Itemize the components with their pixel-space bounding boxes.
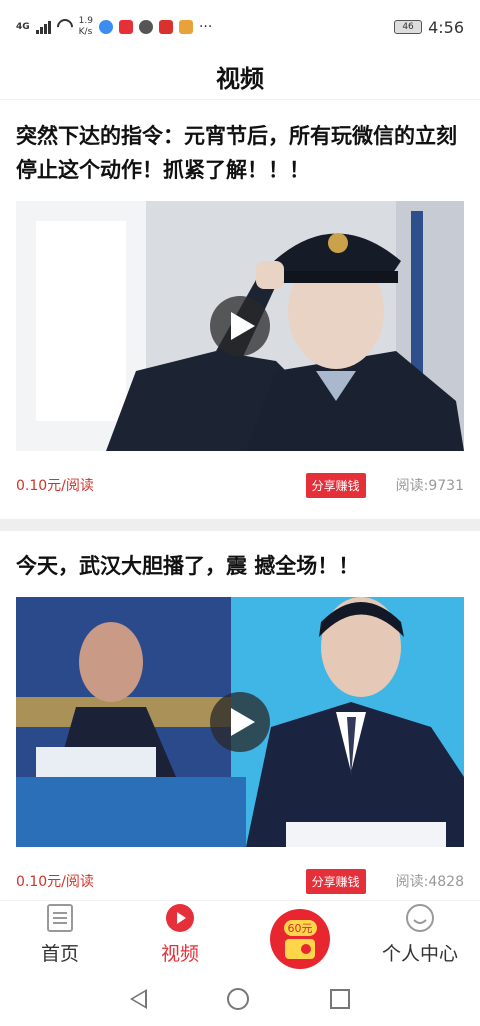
nav-profile[interactable]: 个人中心: [360, 901, 480, 972]
read-count: 阅读:4828: [395, 874, 464, 890]
video-thumbnail[interactable]: [16, 597, 464, 847]
nav-home[interactable]: 首页: [0, 901, 120, 972]
status-left: 4G 1.9 K/s ···: [16, 15, 213, 39]
page-title: 视频: [216, 65, 264, 93]
nav-video-label: 视频: [160, 943, 199, 965]
battery-icon: 46: [394, 20, 423, 34]
video-card[interactable]: 今天，武汉大胆播了，震 撼全场！！ 0.10元/阅读 分享赚钱 阅读:4828: [0, 531, 480, 915]
nav-home-label: 首页: [40, 943, 79, 965]
clock: 4:56: [428, 17, 464, 37]
net-speed: 1.9 K/s: [79, 16, 93, 38]
nav-reward[interactable]: 60元: [240, 901, 360, 972]
video-title[interactable]: 突然下达的指令：元宵节后，所有玩微信的立刻停止这个动作！抓紧了解！！！: [16, 101, 464, 187]
smiley-icon: [405, 901, 435, 935]
net-speed-unit: K/s: [78, 27, 93, 37]
wechat-icon: [138, 20, 153, 34]
play-button[interactable]: [210, 296, 270, 356]
shopping-app-icon: [158, 20, 173, 34]
video-play-icon: [165, 901, 195, 935]
card-divider: [0, 519, 480, 531]
video-meta: 0.10元/阅读 分享赚钱 阅读:9731: [16, 451, 464, 519]
news-icon: [47, 901, 73, 935]
net-speed-value: 1.9: [78, 16, 93, 26]
video-title[interactable]: 今天，武汉大胆播了，震 撼全场！！: [16, 531, 464, 583]
play-icon: [230, 312, 255, 340]
signal-icon: [35, 20, 51, 34]
video-thumbnail[interactable]: [16, 201, 464, 451]
reward-button[interactable]: 60元: [270, 909, 330, 969]
share-earn-button[interactable]: 分享赚钱: [305, 472, 366, 498]
recent-apps-icon[interactable]: [329, 989, 350, 1009]
network-indicator: 4G: [16, 22, 30, 32]
news-app-icon: [118, 20, 133, 34]
status-bar: 4G 1.9 K/s ··· 46 4:56: [0, 0, 480, 54]
home-icon[interactable]: [227, 988, 250, 1010]
share-earn-button[interactable]: 分享赚钱: [305, 868, 366, 894]
network-label: 4G: [16, 22, 30, 32]
video-feed[interactable]: 突然下达的指令：元宵节后，所有玩微信的立刻停止这个动作！抓紧了解！！！ 0.10…: [0, 101, 480, 915]
nav-video[interactable]: 视频: [120, 901, 240, 972]
video-card[interactable]: 突然下达的指令：元宵节后，所有玩微信的立刻停止这个动作！抓紧了解！！！ 0.10…: [0, 101, 480, 519]
browser-app-icon: [98, 20, 113, 34]
hotspot-icon: [53, 15, 76, 39]
system-nav: [0, 972, 480, 1026]
play-icon: [230, 708, 255, 736]
status-right: 46 4:56: [394, 18, 464, 37]
page-header: 视频: [0, 54, 480, 100]
back-icon[interactable]: [130, 989, 148, 1009]
more-notifications-icon: ···: [198, 19, 213, 35]
wallet-icon: [285, 938, 315, 959]
battery-level: 46: [402, 22, 414, 32]
video-app-icon: [178, 20, 193, 34]
play-button[interactable]: [210, 692, 270, 752]
read-count: 阅读:9731: [395, 478, 464, 494]
nav-profile-label: 个人中心: [381, 943, 458, 965]
price-per-read: 0.10元/阅读: [16, 874, 94, 890]
bottom-nav: 首页 视频 60元 个人中心: [0, 900, 480, 972]
reward-badge: 60元: [283, 919, 317, 936]
price-per-read: 0.10元/阅读: [16, 478, 94, 494]
